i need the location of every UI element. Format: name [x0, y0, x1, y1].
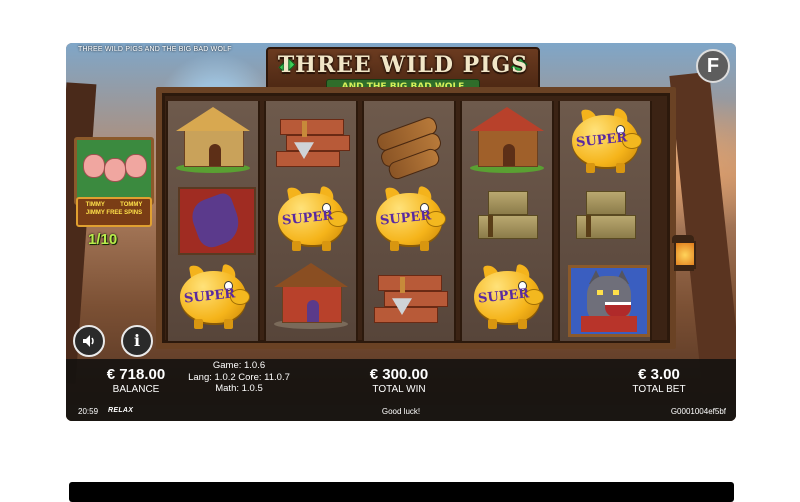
reel-frame: SUPER SUPER SUPER SUPER SUPER [156, 87, 676, 349]
symbol-super-piggy: SUPER [564, 105, 646, 179]
game-title-small: THREE WILD PIGS AND THE BIG BAD WOLF [78, 46, 232, 53]
symbol-wolf-claw [172, 183, 256, 257]
symbol-logs [368, 105, 450, 182]
lantern-icon [668, 231, 698, 277]
symbol-super-piggy: SUPER [466, 261, 548, 335]
total-bet-display[interactable]: € 3.00 TOTAL BET [622, 366, 696, 395]
free-spins-counter: 1/10 [88, 231, 118, 248]
total-win-value: € 300.00 [369, 366, 429, 383]
total-bet-label: TOTAL BET [632, 384, 686, 395]
version-game: Game: 1.0.6 [212, 360, 266, 371]
status-bar: 20:59 RELAX Good luck! G0001004ef5bf [66, 405, 736, 421]
symbol-brick-house [270, 261, 352, 335]
version-info: Game: 1.0.6 Lang: 1.0.2 Core: 11.0.7 Mat… [184, 360, 294, 395]
bottom-black-strip [69, 482, 734, 502]
total-win-label: TOTAL WIN [372, 384, 426, 395]
speaker-icon [83, 335, 94, 347]
logo-title: THREE WILD PIGS [277, 52, 529, 78]
symbol-hay-bales [564, 183, 646, 257]
bottom-info-bar: € 718.00 BALANCE Game: 1.0.6 Lang: 1.0.2… [66, 359, 736, 405]
reel-1: SUPER [166, 101, 260, 341]
free-spins-names: TIMMY TOMMY JIMMY FREE SPINS [76, 197, 152, 227]
symbol-bricks [270, 105, 352, 179]
game-window: THREE WILD PIGS AND THE BIG BAD WOLF THR… [66, 43, 736, 421]
symbol-hay-bales [466, 183, 548, 257]
three-pigs-portrait [74, 137, 154, 205]
reel-2: SUPER [264, 101, 358, 341]
version-lang-core: Lang: 1.0.2 Core: 11.0.7 [188, 371, 290, 383]
balance-label: BALANCE [112, 384, 160, 395]
symbol-super-piggy: SUPER [172, 261, 254, 335]
total-win-display: € 300.00 TOTAL WIN [354, 366, 444, 395]
reel-3: SUPER [362, 101, 456, 341]
reel-4: SUPER [460, 101, 554, 341]
claw-icon [187, 190, 245, 252]
balance-display: € 718.00 BALANCE [96, 366, 176, 395]
total-bet-value: € 3.00 [638, 366, 680, 383]
status-message: Good luck! [381, 407, 421, 416]
pig-name-left: TIMMY [85, 202, 105, 208]
pig-name-right: TOMMY [120, 202, 143, 208]
free-spins-panel: TIMMY TOMMY JIMMY FREE SPINS [74, 137, 154, 227]
reel-5: SUPER [558, 101, 652, 341]
fast-play-button[interactable]: F [696, 49, 730, 83]
symbol-bricks [368, 261, 450, 335]
pig-face-icon [104, 158, 126, 182]
pig-face-icon [83, 154, 105, 178]
balance-value: € 718.00 [106, 366, 166, 383]
symbol-big-bad-wolf [564, 261, 650, 337]
session-id: G0001004ef5bf [670, 407, 726, 416]
symbol-wood-house [466, 105, 548, 179]
symbol-straw-house [172, 105, 254, 179]
free-spins-label: JIMMY FREE SPINS [85, 210, 143, 216]
symbol-super-piggy: SUPER [270, 183, 352, 257]
info-button[interactable]: i [121, 325, 153, 357]
sound-toggle-button[interactable] [73, 325, 105, 357]
version-math: Math: 1.0.5 [215, 383, 263, 394]
symbol-super-piggy: SUPER [368, 183, 450, 257]
pig-face-icon [125, 154, 147, 178]
